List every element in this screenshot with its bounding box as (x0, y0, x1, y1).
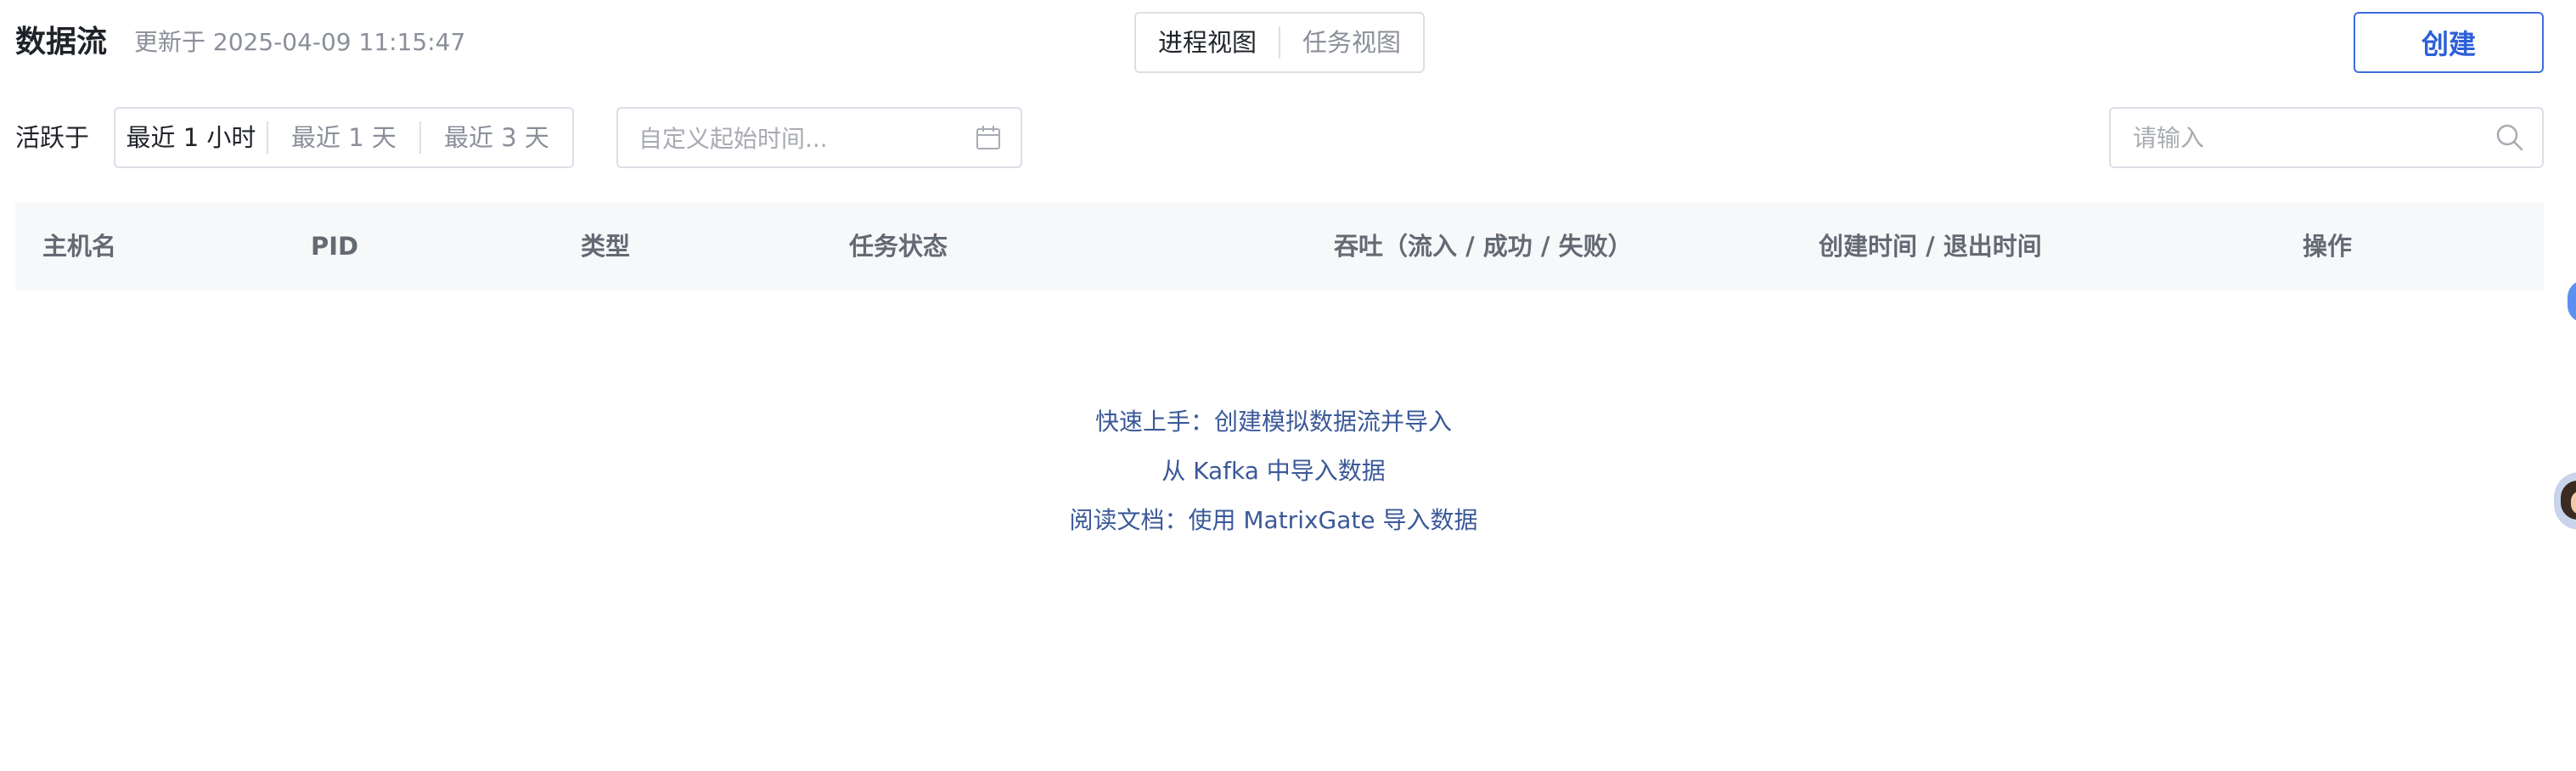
column-type: 类型 (581, 232, 631, 261)
column-hostname: 主机名 (42, 232, 117, 261)
search-icon[interactable] (2494, 122, 2525, 153)
time-range-selector: 最近 1 小时 最近 1 天 最近 3 天 (114, 107, 574, 168)
quickstart-link[interactable]: 快速上手：创建模拟数据流并导入 (0, 397, 2547, 447)
column-task-status: 任务状态 (849, 232, 948, 261)
column-created-exited-time: 创建时间 / 退出时间 (1819, 232, 2042, 261)
page-title: 数据流 (15, 25, 108, 59)
support-avatar[interactable] (2554, 472, 2576, 530)
column-pid: PID (311, 232, 359, 261)
calendar-icon (976, 126, 1000, 149)
last-updated-text: 更新于 2025-04-09 11:15:47 (134, 28, 466, 56)
active-in-label: 活跃于 (15, 123, 90, 152)
docs-matrixgate-link[interactable]: 阅读文档：使用 MatrixGate 导入数据 (0, 496, 2547, 545)
page: 数据流 更新于 2025-04-09 11:15:47 进程视图 任务视图 创建… (0, 0, 2576, 771)
kafka-import-link[interactable]: 从 Kafka 中导入数据 (0, 447, 2547, 496)
range-last-1-day[interactable]: 最近 1 天 (268, 121, 419, 155)
column-actions: 操作 (2303, 232, 2353, 261)
empty-state: 快速上手：创建模拟数据流并导入 从 Kafka 中导入数据 阅读文档：使用 Ma… (0, 397, 2547, 545)
view-toggle: 进程视图 任务视图 (1134, 12, 1425, 73)
range-last-1-hour[interactable]: 最近 1 小时 (115, 121, 267, 155)
column-throughput: 吞吐（流入 / 成功 / 失败） (1334, 232, 1633, 261)
tab-process-view[interactable]: 进程视图 (1136, 25, 1279, 59)
date-placeholder: 自定义起始时间... (638, 125, 828, 153)
search-box (2109, 107, 2544, 168)
custom-start-time-picker[interactable]: 自定义起始时间... (616, 107, 1022, 168)
table-header: 主机名 PID 类型 任务状态 吞吐（流入 / 成功 / 失败） 创建时间 / … (15, 202, 2544, 290)
tab-task-view[interactable]: 任务视图 (1280, 25, 1423, 59)
create-button[interactable]: 创建 (2354, 12, 2544, 73)
search-input[interactable] (2131, 122, 2494, 153)
floating-help-button[interactable] (2568, 280, 2576, 323)
range-last-3-days[interactable]: 最近 3 天 (421, 121, 572, 155)
